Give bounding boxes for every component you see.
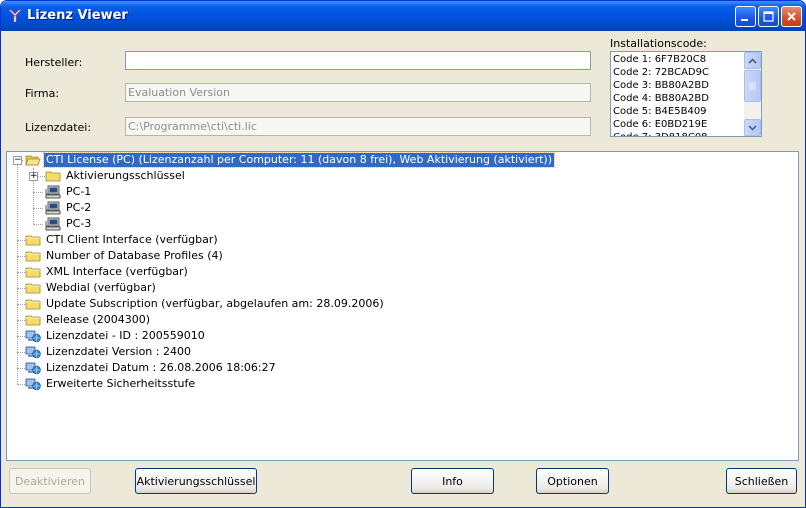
app-icon [7,8,23,24]
folder-icon [25,297,41,311]
minimize-button[interactable] [735,6,756,27]
tree-connector [33,192,43,193]
tree-node-cti-license[interactable]: CTI License (PC) (Lizenzanzahl per Compu… [25,152,555,168]
tree-node-item-label: Lizenzdatei Version : 2400 [46,345,191,358]
aktivierungsschluessel-button[interactable]: Aktivierungsschlüssel [135,468,257,494]
folder-icon [25,233,41,247]
expand-aktivierung-button[interactable]: + [29,172,38,181]
tree-node-item[interactable]: Number of Database Profiles (4) [25,248,225,264]
installationscode-list[interactable]: Code 1: 6F7B20C8 Code 2: 72BCAD9C Code 3: … [610,51,762,137]
tree-node-item[interactable]: Erweiterte Sicherheitsstufe [25,376,197,392]
computer-globe-icon [25,345,41,359]
tree-node-item-label: Number of Database Profiles (4) [46,249,223,262]
tree-connector [33,208,43,209]
window-title: Lizenz Viewer [27,8,128,23]
maximize-button[interactable] [758,6,779,27]
firma-field[interactable]: Evaluation Version [125,83,591,102]
installation-code-item[interactable]: Code 4: BB80A2BD [613,92,741,105]
installation-code-item[interactable]: Code 1: 6F7B20C8 [613,53,741,66]
scroll-thumb[interactable] [744,70,761,102]
tree-node-item-label: Erweiterte Sicherheitsstufe [46,377,196,390]
tree-node-item-label: Lizenzdatei Datum : 26.08.2006 18:06:27 [46,361,276,374]
tree-node-aktivierungsschluessel[interactable]: Aktivierungsschlüssel [45,168,187,184]
tree-connector [37,176,45,177]
tree-node-item-label: Lizenzdatei - ID : 200559010 [46,329,205,342]
scroll-up-button[interactable] [744,52,761,69]
title-bar[interactable]: Lizenz Viewer [1,1,805,31]
info-button[interactable]: Info [411,468,494,494]
folder-open-icon [25,153,41,167]
tree-node-cti-license-label: CTI License (PC) (Lizenzanzahl per Compu… [43,152,555,168]
tree-node-item[interactable]: Release (2004300) [25,312,152,328]
computer-globe-icon [25,361,41,375]
scroll-down-button[interactable] [744,119,761,136]
tree-node-pc-2-label: PC-2 [66,201,92,214]
installation-code-item[interactable]: Code 7: 3D818C08 [613,131,741,136]
computer-globe-icon [25,377,41,391]
installationscode-label: Installationscode: [610,37,707,50]
folder-icon [25,281,41,295]
maximize-icon [763,11,774,22]
tree-connector [33,224,43,225]
close-icon [787,12,796,21]
lizenzdatei-label: Lizenzdatei: [25,121,92,134]
installation-code-item[interactable]: Code 5: B4E5B409 [613,105,741,118]
tree-node-item-label: Update Subscription (verfügbar, abgelauf… [46,297,384,310]
firma-label: Firma: [25,87,60,100]
tree-node-item[interactable]: XML Interface (verfügbar) [25,264,190,280]
tree-node-aktivierungsschluessel-label: Aktivierungsschlüssel [66,169,185,182]
hersteller-field[interactable] [125,51,591,70]
folder-icon [25,249,41,263]
optionen-button[interactable]: Optionen [536,468,609,494]
key-folder-icon [45,169,61,183]
chevron-down-icon [748,124,757,131]
installation-code-item[interactable]: Code 3: BB80A2BD [613,79,741,92]
tree-node-item-label: Webdial (verfügbar) [46,281,156,294]
license-tree[interactable]: − CTI License (PC) (Lizenzanzahl per Comp… [6,151,799,461]
list-scrollbar[interactable] [744,52,761,136]
tree-node-item[interactable]: Lizenzdatei Datum : 26.08.2006 18:06:27 [25,360,278,376]
pc-icon [45,185,61,199]
tree-node-item[interactable]: Lizenzdatei - ID : 200559010 [25,328,207,344]
tree-node-pc-2[interactable]: PC-2 [45,200,93,216]
tree-node-item[interactable]: Lizenzdatei Version : 2400 [25,344,193,360]
schliessen-button[interactable]: Schließen [726,468,797,494]
lizenzdatei-field[interactable]: C:\Programme\cti\cti.lic [125,117,591,136]
hersteller-label: Hersteller: [25,56,83,69]
deaktivieren-button[interactable]: Deaktivieren [9,468,91,494]
minimize-icon [741,19,748,21]
tree-node-pc-3-label: PC-3 [66,217,92,230]
collapse-root-button[interactable]: − [13,156,22,165]
tree-node-item-label: XML Interface (verfügbar) [46,265,188,278]
installation-code-item[interactable]: Code 2: 72BCAD9C [613,66,741,79]
tree-node-pc-3[interactable]: PC-3 [45,216,93,232]
chevron-up-icon [748,57,757,64]
license-viewer-window: Lizenz Viewer Hersteller: Firma: Evaluat… [0,0,806,508]
tree-node-item-label: CTI Client Interface (verfügbar) [46,233,218,246]
tree-node-item[interactable]: CTI Client Interface (verfügbar) [25,232,220,248]
tree-node-pc-1-label: PC-1 [66,185,92,198]
tree-node-pc-1[interactable]: PC-1 [45,184,93,200]
folder-icon [25,265,41,279]
computer-globe-icon [25,329,41,343]
tree-node-item[interactable]: Webdial (verfügbar) [25,280,158,296]
pc-icon [45,201,61,215]
folder-icon [25,313,41,327]
grip-icon [749,82,756,90]
dialog-client-area: Hersteller: Firma: Evaluation Version Li… [4,31,802,505]
close-button[interactable] [781,6,802,27]
tree-node-item-label: Release (2004300) [46,313,151,326]
pc-icon [45,217,61,231]
installation-code-item[interactable]: Code 6: E0BD219E [613,118,741,131]
tree-node-item[interactable]: Update Subscription (verfügbar, abgelauf… [25,296,386,312]
